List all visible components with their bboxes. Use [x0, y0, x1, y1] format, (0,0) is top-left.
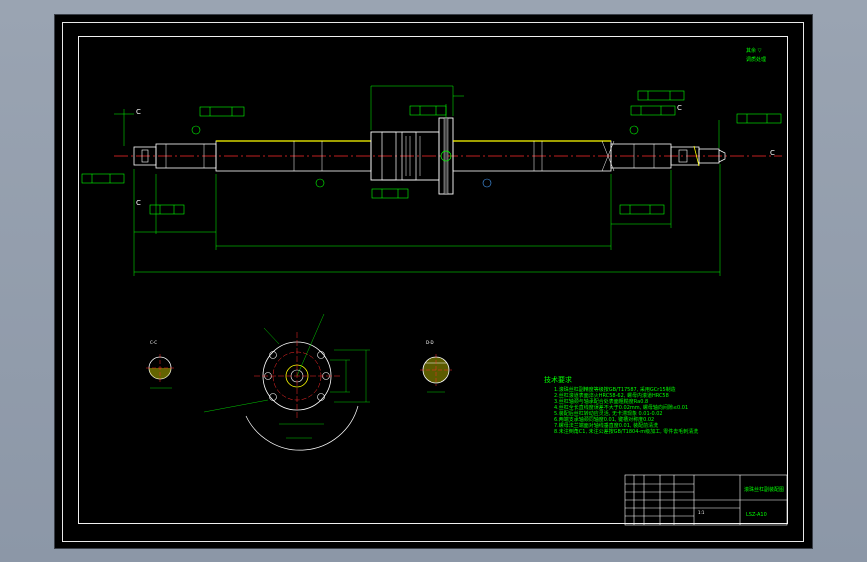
- tech-req-3: 3.丝杠轴颈与轴承配合处表面粗糙度Ra0.8: [554, 398, 648, 405]
- cad-viewport[interactable]: 其余 ▽ 调质处理 C C C C C-C D-D 技术要求 1.滚珠丝杠副精度…: [54, 14, 813, 549]
- tech-req-7: 7.螺母法兰端面对轴线垂直度0.01, 装配前清洗: [554, 422, 658, 429]
- tech-req-4: 4.丝杠全长直线度误差不大于0.02mm, 螺母轴向间隙≤0.01: [554, 404, 688, 411]
- datum-markers: [191, 125, 639, 188]
- tech-requirements-title: 技术要求: [544, 375, 572, 384]
- tech-req-5: 5.装配后丝杠转动应灵活, 无卡滞现象 0.01-0.02: [554, 410, 663, 417]
- tech-req-1: 1.滚珠丝杠副精度等级按GB/T17587, 采用GCr15制造: [554, 386, 676, 393]
- section-view-d-d-label: D-D: [426, 340, 434, 345]
- technical-requirements: 技术要求 1.滚珠丝杠副精度等级按GB/T17587, 采用GCr15制造 2.…: [544, 375, 698, 435]
- section-label-c-far-right: C: [770, 149, 775, 157]
- section-label-c-left: C: [136, 108, 141, 116]
- section-view-d-d: D-D: [420, 340, 452, 393]
- tech-req-2: 2.丝杠滚道表面淬火HRC58-62, 螺母内滚道HRC58: [554, 392, 669, 399]
- cad-drawing: 其余 ▽ 调质处理 C C C C C-C D-D 技术要求 1.滚珠丝杠副精度…: [81, 47, 788, 526]
- roughness-note: 其余 ▽: [746, 47, 762, 54]
- section-label-c-left-bottom: C: [136, 199, 141, 207]
- title-block-name: 滚珠丝杠副装配图: [744, 486, 784, 493]
- tech-req-8: 8.未注倒角C1, 未注公差按GB/T1804-m级加工, 零件去毛刺清洗: [554, 428, 698, 435]
- section-view-c-c: C-C: [146, 340, 174, 389]
- title-block-scale: 1:1: [698, 510, 705, 515]
- tech-req-6: 6.两端支承轴颈同轴度0.01, 键槽对称度0.02: [554, 416, 654, 423]
- dimension-lines: [114, 85, 721, 276]
- title-block-code: LSZ-A10: [746, 512, 767, 518]
- section-label-c-right: C: [677, 104, 682, 112]
- section-view-c-c-label: C-C: [150, 340, 157, 345]
- heat-treatment-note: 调质处理: [746, 56, 766, 63]
- shaft-main-view: [114, 117, 782, 195]
- flange-end-view: [203, 313, 370, 451]
